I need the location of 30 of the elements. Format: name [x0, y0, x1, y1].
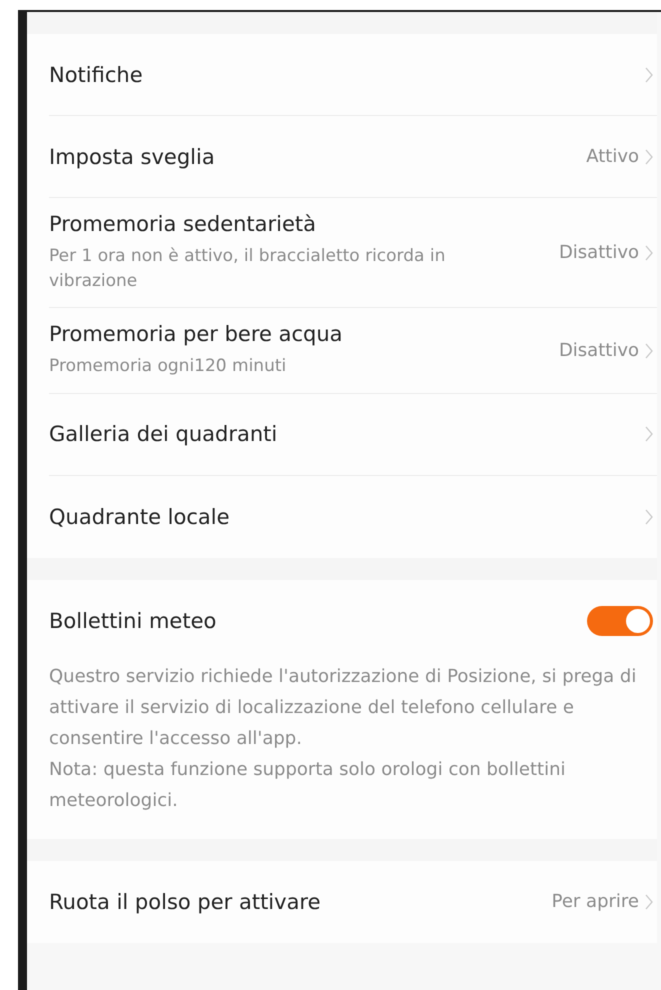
row-title: Notifiche [49, 62, 144, 86]
row-value: Attivo [586, 146, 639, 167]
chevron-icon [645, 342, 653, 359]
settings-row[interactable]: Notifiche [49, 34, 657, 116]
row-title: Imposta sveglia [49, 144, 216, 168]
settings-row[interactable]: Imposta sveglia Attivo [49, 116, 657, 198]
row-subtitle: Promemoria ogni120 minuti [49, 355, 288, 378]
settings-row[interactable]: Galleria dei quadranti [49, 394, 657, 476]
toggle-switch[interactable] [587, 606, 653, 636]
chevron-icon [645, 148, 653, 164]
row-title: Promemoria sedentarietà [49, 212, 318, 236]
chevron-icon [645, 508, 653, 525]
row-title: Bollettini meteo [49, 608, 218, 633]
chevron-icon [645, 66, 653, 82]
row-title: Galleria dei quadranti [49, 422, 278, 446]
row-subtitle: Per 1 ora non è attivo, il braccialetto ricorda in vibrazione [49, 245, 446, 293]
row-value: Disattivo [558, 242, 639, 264]
settings-row[interactable]: Promemoria per bere acqua Promemoria ogni120 minuti Disattivo [49, 308, 657, 394]
row-value: Per aprire [552, 891, 639, 912]
chevron-icon [645, 894, 653, 910]
settings-row[interactable]: Ruota il polso per attivare Per aprire [49, 860, 657, 943]
settings-row[interactable]: Quadrante locale [49, 476, 657, 558]
row-title: Ruota il polso per attivare [49, 890, 322, 914]
chevron-icon [645, 244, 653, 261]
row-title: Quadrante locale [49, 504, 231, 529]
row-value: Disattivo [558, 340, 639, 362]
settings-row[interactable]: Promemoria sedentarietà Per 1 ora non è attivo, il braccialetto ricorda in vibrazione Disattivo [49, 198, 657, 308]
description-text: Questro servizio richiede l'autorizzazione di Posizione, si prega di attivare il servizio di localizzazione del telefono cellulare e consentire l'accesso all'app. Nota: questa funzione supporta solo orologi con bollettini meteorologici. [49, 664, 638, 813]
row-title: Promemoria per bere acqua [49, 322, 344, 346]
chevron-icon [645, 426, 653, 442]
